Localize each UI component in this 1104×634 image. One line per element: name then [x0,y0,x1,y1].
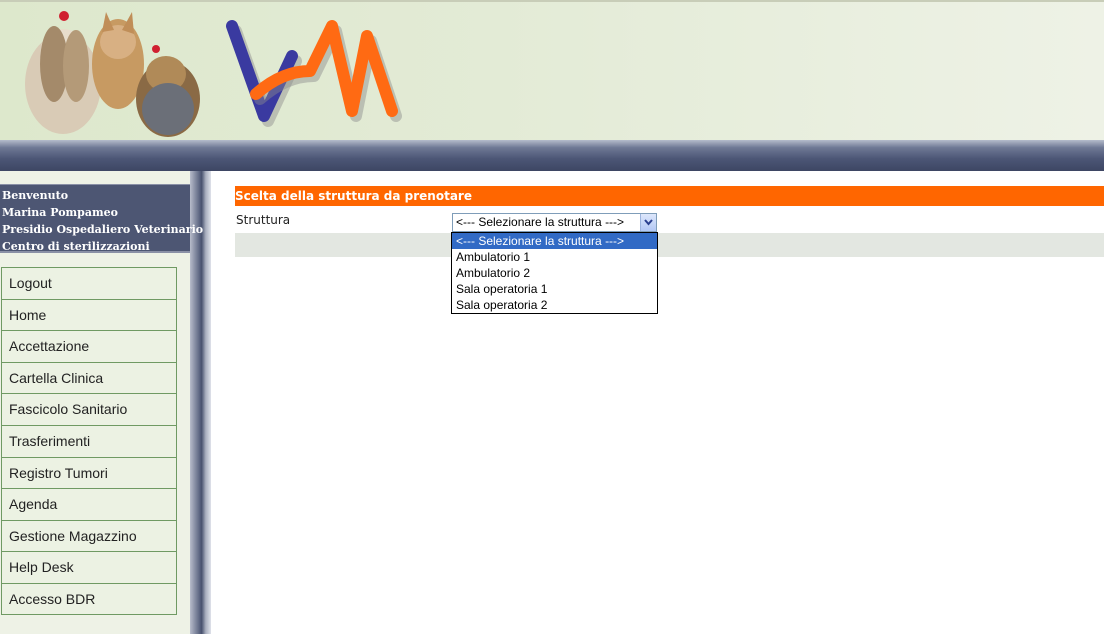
struttura-dropdown-list: <--- Selezionare la struttura ---> Ambul… [451,232,658,314]
menu-item-agenda[interactable]: Agenda [1,488,177,520]
page-title: Scelta della struttura da prenotare [235,186,1104,206]
menu-item-home[interactable]: Home [1,298,177,331]
option-selezionare[interactable]: <--- Selezionare la struttura ---> [452,233,657,249]
welcome-label: Benvenuto [2,189,69,202]
user-facility: Presidio Ospedaliero Veterinario [2,223,204,236]
menu-item-help-desk[interactable]: Help Desk [1,551,177,583]
menu-item-cartella-clinica[interactable]: Cartella Clinica [1,361,177,394]
chevron-down-icon [644,219,653,226]
menu-item-accettazione[interactable]: Accettazione [1,330,177,362]
user-name: Marina Pompameo [2,206,118,219]
header-banner [0,0,1104,140]
option-ambulatorio-2[interactable]: Ambulatorio 2 [452,265,657,281]
option-sala-operatoria-2[interactable]: Sala operatoria 2 [452,297,657,313]
menu-item-trasferimenti[interactable]: Trasferimenti [1,424,177,457]
struttura-select[interactable]: <--- Selezionare la struttura ---> [452,213,657,232]
option-sala-operatoria-1[interactable]: Sala operatoria 1 [452,281,657,297]
menu-item-logout[interactable]: Logout [1,267,177,299]
user-info-panel: Benvenuto Marina Pompameo Presidio Osped… [0,184,204,253]
sidebar-separator [190,171,211,634]
struttura-label: Struttura [236,213,291,227]
vam-logo [226,20,402,127]
form-row-background [235,233,1104,257]
header-divider-bar [0,140,1104,171]
sidebar-menu: Logout Home Accettazione Cartella Clinic… [1,267,177,615]
struttura-select-value: <--- Selezionare la struttura ---> [456,215,625,229]
dogs-illustration [25,11,200,137]
menu-item-fascicolo-sanitario[interactable]: Fascicolo Sanitario [1,393,177,425]
menu-item-gestione-magazzino[interactable]: Gestione Magazzino [1,519,177,552]
option-ambulatorio-1[interactable]: Ambulatorio 1 [452,249,657,265]
user-department: Centro di sterilizzazioni [2,240,150,253]
menu-item-accesso-bdr[interactable]: Accesso BDR [1,582,177,615]
dropdown-button[interactable] [640,214,656,231]
menu-item-registro-tumori[interactable]: Registro Tumori [1,456,177,489]
